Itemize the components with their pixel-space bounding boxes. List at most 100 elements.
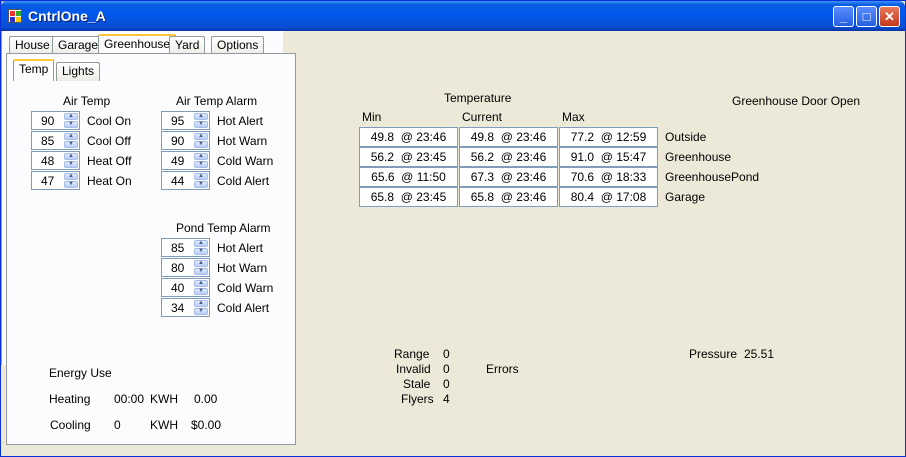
stepper-value: 80 — [171, 261, 185, 275]
current-cell: 65.8 @ 23:46 — [459, 187, 558, 207]
chevron-up-icon[interactable]: ▲ — [194, 133, 208, 140]
chevron-up-icon[interactable]: ▲ — [194, 300, 208, 307]
chevron-down-icon[interactable]: ▼ — [194, 288, 208, 295]
pond-hot-warn-stepper[interactable]: 80 ▲ ▼ — [161, 258, 210, 277]
pond-hot-alert-stepper[interactable]: 85 ▲ ▼ — [161, 238, 210, 257]
pond-cold-warn-stepper[interactable]: 40 ▲ ▼ — [161, 278, 210, 297]
energy-use-heading: Energy Use — [49, 366, 112, 380]
door-status: Greenhouse Door Open — [732, 94, 861, 108]
chevron-up-icon[interactable]: ▲ — [194, 240, 208, 247]
column-header-max: Max — [562, 110, 585, 124]
stepper-value: 90 — [171, 134, 185, 148]
chevron-up-icon[interactable]: ▲ — [64, 153, 78, 160]
cooling-time: 0 — [114, 418, 121, 432]
chevron-down-icon[interactable]: ▼ — [194, 268, 208, 275]
max-cell: 77.2 @ 12:59 — [559, 127, 658, 147]
air-hot-alert-label: Hot Alert — [217, 114, 264, 128]
stepper-value: 95 — [171, 114, 185, 128]
flyers-label: Flyers — [401, 392, 434, 406]
chevron-down-icon[interactable]: ▼ — [194, 181, 208, 188]
minimize-button[interactable]: _ — [833, 6, 854, 27]
air-cold-warn-label: Cold Warn — [217, 154, 274, 168]
chevron-down-icon[interactable]: ▼ — [194, 308, 208, 315]
stepper-value: 47 — [41, 174, 55, 188]
cool-on-stepper[interactable]: 90 ▲ ▼ — [31, 111, 80, 130]
row-label-greenhouse: Greenhouse — [665, 150, 732, 164]
max-cell: 70.6 @ 18:33 — [559, 167, 658, 187]
pond-cold-alert-stepper[interactable]: 34 ▲ ▼ — [161, 298, 210, 317]
row-label-outside: Outside — [665, 130, 707, 144]
chevron-up-icon[interactable]: ▲ — [194, 173, 208, 180]
tab-label: Greenhouse — [104, 37, 171, 51]
range-label: Range — [394, 347, 430, 361]
pond-cold-warn-label: Cold Warn — [217, 281, 274, 295]
maximize-icon: □ — [862, 9, 871, 24]
heat-off-label: Heat Off — [87, 154, 132, 168]
air-cold-alert-label: Cold Alert — [217, 174, 270, 188]
title-bar[interactable]: CntrlOne_A _ □ ✕ — [1, 1, 905, 31]
chevron-down-icon[interactable]: ▼ — [194, 161, 208, 168]
cool-on-label: Cool On — [87, 114, 132, 128]
tab-label: House — [15, 38, 50, 52]
chevron-up-icon[interactable]: ▲ — [194, 153, 208, 160]
chevron-down-icon[interactable]: ▼ — [194, 121, 208, 128]
heating-kwh-unit: KWH — [150, 392, 178, 406]
stepper-value: 48 — [41, 154, 55, 168]
chevron-up-icon[interactable]: ▲ — [194, 280, 208, 287]
air-cold-warn-stepper[interactable]: 49 ▲ ▼ — [161, 151, 210, 170]
chevron-up-icon[interactable]: ▲ — [64, 113, 78, 120]
pressure-value: 25.51 — [744, 347, 775, 361]
invalid-label: Invalid — [396, 362, 431, 376]
heat-on-label: Heat On — [87, 174, 132, 188]
column-header-min: Min — [362, 110, 382, 124]
pond-cold-alert-label: Cold Alert — [217, 301, 270, 315]
chevron-down-icon[interactable]: ▼ — [64, 141, 78, 148]
chevron-down-icon[interactable]: ▼ — [194, 248, 208, 255]
heating-label: Heating — [49, 392, 91, 406]
stepper-value: 85 — [41, 134, 55, 148]
chevron-down-icon[interactable]: ▼ — [64, 121, 78, 128]
cool-off-stepper[interactable]: 85 ▲ ▼ — [31, 131, 80, 150]
app-icon[interactable] — [8, 9, 22, 23]
max-cell: 91.0 @ 15:47 — [559, 147, 658, 167]
close-button[interactable]: ✕ — [879, 6, 900, 27]
current-cell: 67.3 @ 23:46 — [459, 167, 558, 187]
window-title: CntrlOne_A — [28, 8, 106, 24]
max-cell: 80.4 @ 17:08 — [559, 187, 658, 207]
tab-temp[interactable]: Temp — [13, 59, 55, 81]
maximize-button[interactable]: □ — [856, 6, 877, 27]
chevron-up-icon[interactable]: ▲ — [64, 133, 78, 140]
tab-label: Options — [217, 38, 259, 52]
air-cold-alert-stepper[interactable]: 44 ▲ ▼ — [161, 171, 210, 190]
pond-hot-warn-label: Hot Warn — [217, 261, 268, 275]
temperature-heading: Temperature — [444, 91, 512, 105]
stale-value: 0 — [443, 377, 450, 391]
heat-off-stepper[interactable]: 48 ▲ ▼ — [31, 151, 80, 170]
heat-on-stepper[interactable]: 47 ▲ ▼ — [31, 171, 80, 190]
chevron-down-icon[interactable]: ▼ — [64, 161, 78, 168]
air-hot-alert-stepper[interactable]: 95 ▲ ▼ — [161, 111, 210, 130]
cooling-kwh-unit: KWH — [150, 418, 178, 432]
stepper-value: 85 — [171, 241, 185, 255]
main-window: CntrlOne_A _ □ ✕ House Garage Greenhouse… — [0, 0, 906, 457]
pond-hot-alert-label: Hot Alert — [217, 241, 264, 255]
air-hot-warn-stepper[interactable]: 90 ▲ ▼ — [161, 131, 210, 150]
chevron-down-icon[interactable]: ▼ — [194, 141, 208, 148]
stepper-value: 34 — [171, 301, 185, 315]
invalid-value: 0 — [443, 362, 450, 376]
chevron-up-icon[interactable]: ▲ — [194, 260, 208, 267]
tab-lights[interactable]: Lights — [56, 62, 101, 81]
chevron-up-icon[interactable]: ▲ — [194, 113, 208, 120]
minimize-icon: _ — [839, 9, 848, 24]
row-label-greenhouse-pond: GreenhousePond — [665, 170, 760, 184]
tab-label: Yard — [175, 38, 200, 52]
chevron-down-icon[interactable]: ▼ — [64, 181, 78, 188]
flyers-value: 4 — [443, 392, 450, 406]
cooling-value: $0.00 — [191, 418, 222, 432]
stepper-value: 40 — [171, 281, 185, 295]
current-cell: 56.2 @ 23:46 — [459, 147, 558, 167]
tab-greenhouse[interactable]: Greenhouse — [98, 34, 177, 55]
heating-value: 0.00 — [194, 392, 218, 406]
chevron-up-icon[interactable]: ▲ — [64, 173, 78, 180]
min-cell: 65.8 @ 23:45 — [359, 187, 458, 207]
